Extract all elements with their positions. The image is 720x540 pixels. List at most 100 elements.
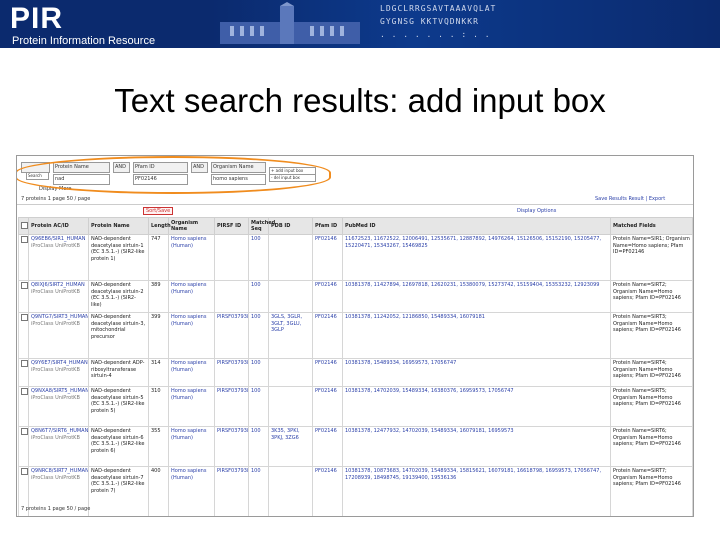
pfam-cell[interactable]: PF02146 — [312, 312, 343, 359]
pdb-cell[interactable] — [268, 358, 313, 387]
length-cell: 389 — [148, 280, 169, 313]
pirsf-cell[interactable]: PIRSF037938 — [214, 466, 249, 516]
pdb-cell[interactable] — [268, 386, 313, 427]
matched-seq-cell[interactable]: 100 — [248, 234, 269, 281]
pfam-cell[interactable]: PF02146 — [312, 426, 343, 467]
column-header[interactable]: Matched Fields — [610, 217, 693, 235]
pubmed-cell[interactable]: 10381378, 14702039, 15489334, 16380376, … — [342, 386, 611, 427]
protein-name-cell: NAD-dependent deacetylase sirtuin-5 (EC … — [88, 386, 149, 427]
matched-seq-cell[interactable]: 100 — [248, 386, 269, 427]
row-checkbox-cell[interactable] — [18, 426, 29, 467]
column-header[interactable]: PIRSF ID — [214, 217, 249, 235]
row-checkbox[interactable] — [21, 360, 28, 367]
row-checkbox[interactable] — [21, 236, 28, 243]
protein-id-cell[interactable]: Q9NXA8/SIRT5_HUMAN iProClass UniProtKB — [28, 386, 89, 427]
column-header[interactable]: Pfam ID — [312, 217, 343, 235]
protein-id-cell[interactable]: Q8N6T7/SIRT6_HUMAN iProClass UniProtKB — [28, 426, 89, 467]
save-results-link[interactable]: Save Results Result | Export — [595, 196, 665, 202]
pfam-cell[interactable]: PF02146 — [312, 358, 343, 387]
row-checkbox[interactable] — [21, 468, 28, 475]
matched-seq-cell[interactable]: 100 — [248, 312, 269, 359]
pubmed-cell[interactable]: 11672523, 11672522, 12006491, 12535671, … — [342, 234, 611, 281]
column-header[interactable]: Organism Name — [168, 217, 215, 235]
protein-id-link[interactable]: Q9NXA8/SIRT5_HUMAN — [31, 388, 88, 395]
matched-seq-cell[interactable]: 100 — [248, 426, 269, 467]
organism-cell[interactable]: Homo sapiens (Human) — [168, 280, 215, 313]
column-header[interactable]: Length — [148, 217, 171, 235]
column-header[interactable]: PDB ID — [268, 217, 313, 235]
pfam-cell[interactable]: PF02146 — [312, 234, 343, 281]
protein-id-cell[interactable]: Q96EB6/SIR1_HUMAN iProClass UniProtKB — [28, 234, 89, 281]
row-checkbox-cell[interactable] — [18, 280, 29, 313]
protein-source-links[interactable]: iProClass UniProtKB — [31, 243, 86, 250]
protein-source-links[interactable]: iProClass UniProtKB — [31, 321, 86, 328]
pirsf-cell[interactable]: PIRSF037938 — [214, 386, 249, 427]
protein-id-link[interactable]: Q9Y6E7/SIRT4_HUMAN — [31, 360, 88, 367]
row-checkbox-cell[interactable] — [18, 234, 29, 281]
matched-seq-cell[interactable]: 100 — [248, 280, 269, 313]
row-checkbox[interactable] — [21, 388, 28, 395]
column-header[interactable]: Protein Name — [88, 217, 149, 235]
pubmed-cell[interactable]: 10381378, 11427894, 12697818, 12620231, … — [342, 280, 611, 313]
sort-save-button[interactable]: Sort/Save — [143, 207, 174, 215]
pdb-cell[interactable]: 3K35, 3PKI, 3PKJ, 3ZG6 — [268, 426, 313, 467]
column-header[interactable]: Protein AC/ID — [28, 217, 89, 235]
column-header[interactable] — [18, 217, 29, 235]
pdb-cell[interactable]: 3GLS, 3GLR, 3GLT, 3GLU, 3GLP — [268, 312, 313, 359]
pubmed-cell[interactable]: 10381378, 11242052, 12186850, 15489334, … — [342, 312, 611, 359]
row-checkbox-cell[interactable] — [18, 358, 29, 387]
protein-id-cell[interactable]: Q8IXJ6/SIRT2_HUMAN iProClass UniProtKB — [28, 280, 89, 313]
row-checkbox[interactable] — [21, 428, 28, 435]
protein-source-links[interactable]: iProClass UniProtKB — [31, 395, 86, 402]
column-header[interactable]: Matched Seq — [248, 217, 275, 235]
protein-id-link[interactable]: Q8IXJ6/SIRT2_HUMAN — [31, 282, 86, 289]
matched-fields-cell: Protein Name=SIRT7; Organism Name=Homo s… — [610, 466, 693, 516]
protein-id-cell[interactable]: Q9Y6E7/SIRT4_HUMAN iProClass UniProtKB — [28, 358, 89, 387]
row-checkbox-cell[interactable] — [18, 386, 29, 427]
protein-id-cell[interactable]: Q9NTG7/SIRT3_HUMAN iProClass UniProtKB — [28, 312, 89, 359]
protein-id-link[interactable]: Q9NRC8/SIRT7_HUMAN — [31, 468, 88, 475]
organism-cell[interactable]: Homo sapiens (Human) — [168, 312, 215, 359]
pir-logo[interactable]: PIR — [10, 2, 63, 36]
pirsf-cell[interactable]: PIRSF037938 — [214, 312, 249, 359]
pirsf-cell[interactable] — [214, 234, 249, 281]
pfam-cell[interactable]: PF02146 — [312, 386, 343, 427]
protein-source-links[interactable]: iProClass UniProtKB — [31, 435, 86, 442]
pdb-cell[interactable] — [268, 234, 313, 281]
pirsf-cell[interactable]: PIRSF037938 — [214, 358, 249, 387]
matched-fields-cell: Protein Name=SIRT4; Organism Name=Homo s… — [610, 358, 693, 387]
display-options-link[interactable]: Display Options — [517, 208, 556, 214]
organism-cell[interactable]: Homo sapiens (Human) — [168, 466, 215, 516]
highlight-oval — [17, 156, 331, 194]
pdb-cell[interactable] — [268, 466, 313, 516]
row-checkbox[interactable] — [21, 314, 28, 321]
row-checkbox[interactable] — [21, 282, 28, 289]
pirsf-cell[interactable] — [214, 280, 249, 313]
organism-cell[interactable]: Homo sapiens (Human) — [168, 426, 215, 467]
result-summary: 7 proteins 1 page 50 / page — [21, 196, 91, 202]
pfam-cell[interactable]: PF02146 — [312, 466, 343, 516]
results-table: Protein AC/ID Protein Name Length Organism … — [18, 217, 693, 516]
pubmed-cell[interactable]: 10381378, 15489334, 16959573, 17056747 — [342, 358, 611, 387]
protein-id-link[interactable]: Q96EB6/SIR1_HUMAN — [31, 236, 86, 243]
protein-source-links[interactable]: iProClass UniProtKB — [31, 367, 86, 374]
protein-id-link[interactable]: Q9NTG7/SIRT3_HUMAN — [31, 314, 88, 321]
pdb-cell[interactable] — [268, 280, 313, 313]
pirsf-cell[interactable]: PIRSF037938 — [214, 426, 249, 467]
protein-name-cell: NAD-dependent deacetylase sirtuin-3, mit… — [88, 312, 149, 359]
pubmed-cell[interactable]: 10381378, 10873683, 14702039, 15489334, … — [342, 466, 611, 516]
matched-seq-cell[interactable]: 100 — [248, 358, 269, 387]
matched-seq-cell[interactable]: 100 — [248, 466, 269, 516]
protein-name-cell: NAD-dependent deacetylase sirtuin-1 (EC … — [88, 234, 149, 281]
organism-cell[interactable]: Homo sapiens (Human) — [168, 386, 215, 427]
protein-source-links[interactable]: iProClass UniProtKB — [31, 475, 86, 482]
protein-id-link[interactable]: Q8N6T7/SIRT6_HUMAN — [31, 428, 88, 435]
organism-cell[interactable]: Homo sapiens (Human) — [168, 358, 215, 387]
pfam-cell[interactable]: PF02146 — [312, 280, 343, 313]
select-all-checkbox[interactable] — [21, 221, 28, 229]
column-header[interactable]: PubMed ID — [342, 217, 611, 235]
organism-cell[interactable]: Homo sapiens (Human) — [168, 234, 215, 281]
protein-source-links[interactable]: iProClass UniProtKB — [31, 289, 86, 296]
row-checkbox-cell[interactable] — [18, 312, 29, 359]
pubmed-cell[interactable]: 10381378, 12477932, 14702039, 15489334, … — [342, 426, 611, 467]
